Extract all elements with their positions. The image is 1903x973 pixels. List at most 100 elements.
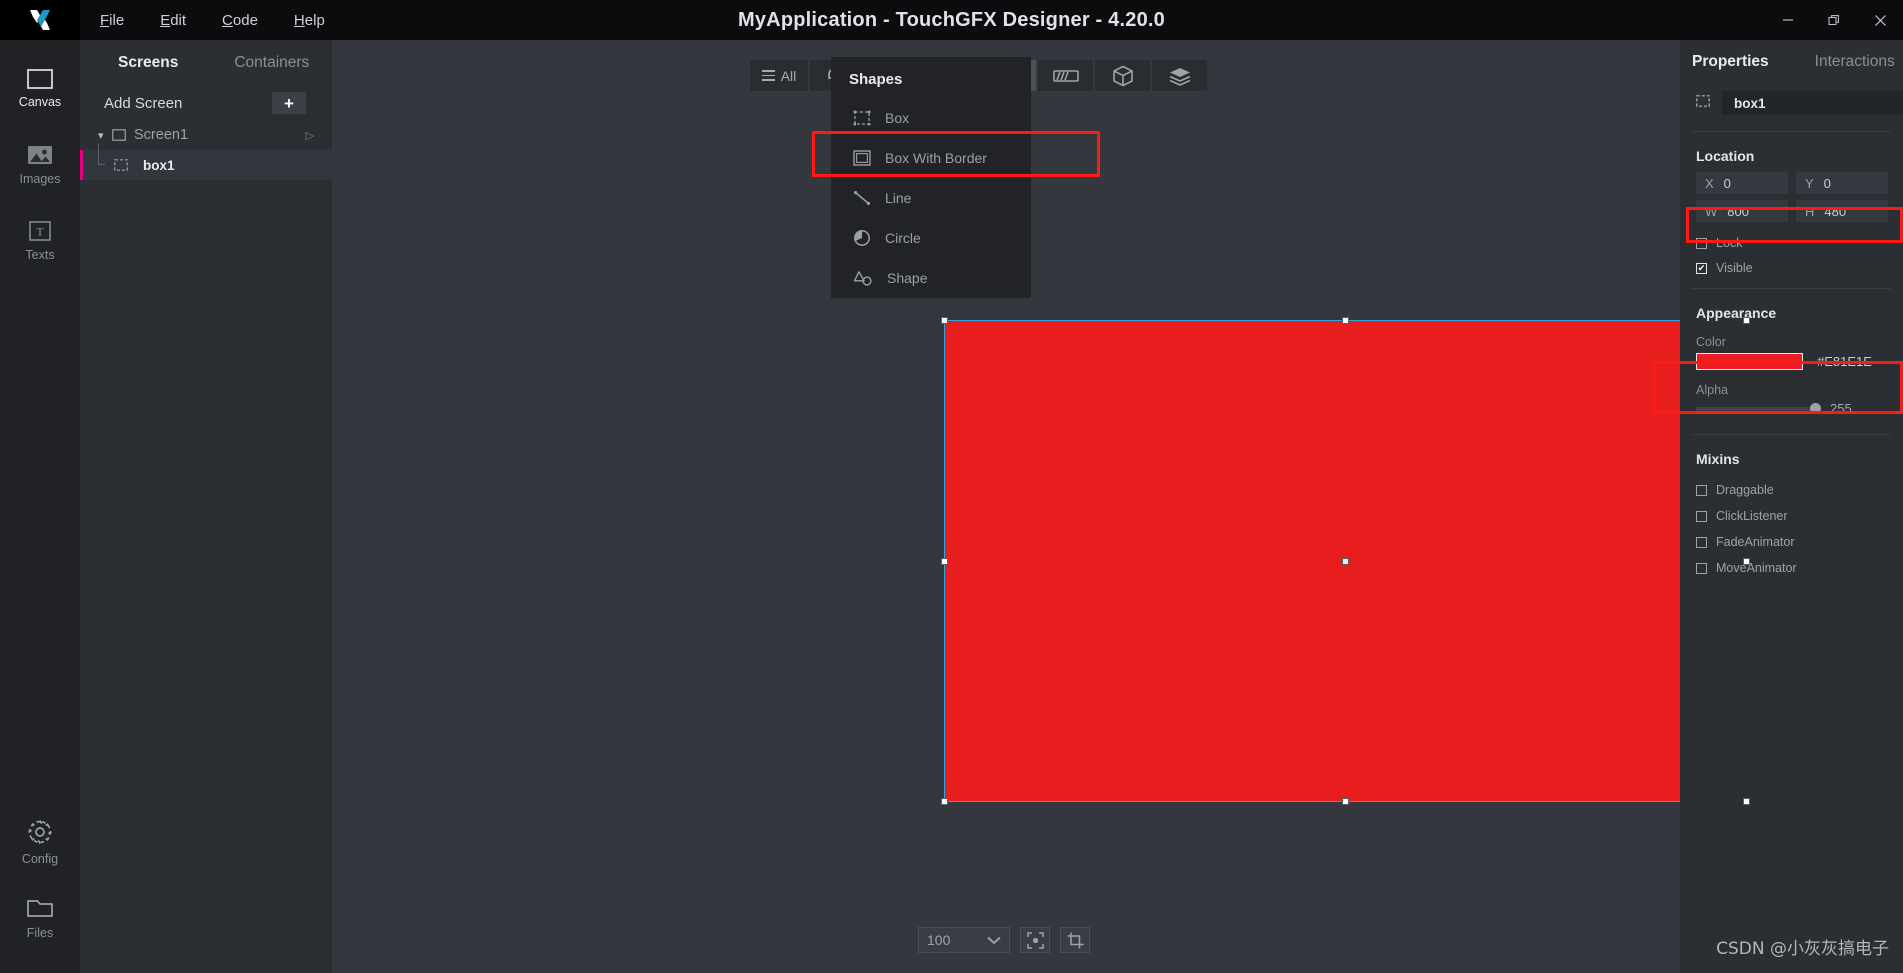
resize-handle-bottom-right[interactable] xyxy=(1743,798,1750,805)
touchgfx-x-logo-icon xyxy=(30,10,50,30)
field-h[interactable]: H 480 xyxy=(1796,200,1888,222)
crop-button[interactable] xyxy=(1060,927,1090,953)
resize-handle-bottom-center[interactable] xyxy=(1342,798,1349,805)
resize-handle-top-center[interactable] xyxy=(1342,317,1349,324)
screens-tabs: Screens Containers xyxy=(80,40,332,80)
rail-item-texts[interactable]: T Texts xyxy=(0,202,80,278)
resize-handle-middle-left[interactable] xyxy=(941,558,948,565)
clicklistener-checkbox[interactable] xyxy=(1696,510,1707,522)
visible-checkbox[interactable] xyxy=(1696,262,1707,274)
images-icon xyxy=(28,145,52,164)
shapes-menu-label-box: Box xyxy=(885,110,910,126)
add-screen-button[interactable]: + xyxy=(272,92,306,114)
menu-help-mnemonic: H xyxy=(293,11,305,29)
touchgfx-designer-window: File Edit Code Help MyApplication - Touc… xyxy=(0,0,1903,973)
texts-icon: T xyxy=(29,220,51,241)
rail-label-images: Images xyxy=(19,171,61,186)
widget-name-input[interactable]: box1 xyxy=(1722,91,1903,115)
menu-bar[interactable]: File Edit Code Help xyxy=(98,8,327,33)
watermark-text: CSDN @小灰灰搞电子 xyxy=(1716,939,1889,959)
field-h-label: H xyxy=(1805,203,1815,219)
mixin-row-moveanimator[interactable]: MoveAnimator xyxy=(1680,557,1903,575)
clicklistener-label: ClickListener xyxy=(1716,509,1788,523)
visible-row[interactable]: Visible xyxy=(1680,257,1903,275)
properties-panel: Properties Interactions box1 Location X … xyxy=(1680,40,1903,973)
shapes-menu-item-box[interactable]: Box xyxy=(831,98,1031,138)
field-y[interactable]: Y 0 xyxy=(1796,172,1888,194)
close-button[interactable] xyxy=(1857,0,1903,40)
resize-handle-middle-right[interactable] xyxy=(1743,558,1750,565)
title-bar: File Edit Code Help MyApplication - Touc… xyxy=(0,0,1903,40)
alpha-value[interactable]: 255 xyxy=(1830,401,1852,416)
menu-code-mnemonic: C xyxy=(222,11,233,29)
zoom-toolbar: 100 xyxy=(918,927,1090,953)
menu-edit-mnemonic: E xyxy=(160,11,171,29)
shapes-menu-item-circle[interactable]: Circle xyxy=(831,218,1031,258)
menu-code-rest: ode xyxy=(232,11,258,29)
field-w-label: W xyxy=(1705,203,1718,219)
tree-item-screen1[interactable]: ▾ Screen1 ▷ xyxy=(80,120,332,150)
menu-edit[interactable]: Edit xyxy=(158,8,188,33)
menu-file[interactable]: File xyxy=(98,8,126,33)
folder-icon xyxy=(27,899,53,917)
mixin-row-clicklistener[interactable]: ClickListener xyxy=(1680,505,1903,523)
gear-icon xyxy=(28,819,52,844)
move-handle-center[interactable] xyxy=(1342,558,1349,565)
toolbar-all-filter[interactable]: All xyxy=(750,60,808,91)
screens-panel: Screens Containers Add Screen + ▾ Screen… xyxy=(80,40,332,973)
menu-help[interactable]: Help xyxy=(292,8,327,33)
section-title-appearance: Appearance xyxy=(1696,305,1777,321)
shapes-dropdown-menu[interactable]: Shapes Box Box With Border Line Circle S… xyxy=(831,57,1031,298)
toolbar-3d-widgets[interactable] xyxy=(1095,60,1150,91)
moveanimator-label: MoveAnimator xyxy=(1716,561,1797,575)
tree-label-screen1: Screen1 xyxy=(134,127,189,143)
minimize-button[interactable] xyxy=(1765,0,1811,40)
resize-handle-bottom-left[interactable] xyxy=(941,798,948,805)
field-w[interactable]: W 800 xyxy=(1696,200,1788,222)
mixin-row-fadeanimator[interactable]: FadeAnimator xyxy=(1680,531,1903,549)
field-x[interactable]: X 0 xyxy=(1696,172,1788,194)
rail-item-config[interactable]: Config xyxy=(0,803,80,879)
color-hex-value[interactable]: #E81E1E xyxy=(1817,354,1872,369)
mixin-row-draggable[interactable]: Draggable xyxy=(1680,479,1903,497)
rail-item-files[interactable]: Files xyxy=(0,879,80,955)
tree-item-box1[interactable]: box1 xyxy=(80,144,332,180)
tab-containers[interactable]: Containers xyxy=(234,54,309,72)
restore-button[interactable] xyxy=(1811,0,1857,40)
chevron-down-icon[interactable]: ▾ xyxy=(98,129,112,142)
toolbar-misc-widgets[interactable] xyxy=(1152,60,1207,91)
shapes-menu-label-circle: Circle xyxy=(885,230,921,246)
tab-properties[interactable]: Properties xyxy=(1692,53,1769,71)
tab-interactions[interactable]: Interactions xyxy=(1815,53,1895,71)
tree-label-box1: box1 xyxy=(143,157,175,173)
resize-handle-top-left[interactable] xyxy=(941,317,948,324)
shapes-menu-item-shape[interactable]: Shape xyxy=(831,258,1031,298)
rail-label-texts: Texts xyxy=(25,247,55,262)
zoom-level-select[interactable]: 100 xyxy=(918,927,1010,953)
add-screen-row: Add Screen + xyxy=(80,86,332,120)
play-icon[interactable]: ▷ xyxy=(306,129,314,142)
shapes-menu-item-line[interactable]: Line xyxy=(831,178,1031,218)
cube-icon xyxy=(1112,65,1133,86)
location-xy-row: X 0 Y 0 xyxy=(1680,172,1903,200)
rail-item-images[interactable]: Images xyxy=(0,126,80,202)
box-icon xyxy=(114,159,128,171)
resize-handle-top-right[interactable] xyxy=(1743,317,1750,324)
shapes-menu-item-box-with-border[interactable]: Box With Border xyxy=(831,138,1031,178)
left-icon-rail: Canvas Images T Texts Config Files xyxy=(0,40,80,973)
tab-screens[interactable]: Screens xyxy=(118,54,178,72)
draggable-checkbox[interactable] xyxy=(1696,484,1707,496)
toolbar-progress-widgets[interactable] xyxy=(1038,60,1093,91)
field-w-value: 800 xyxy=(1727,203,1749,219)
alpha-slider[interactable] xyxy=(1696,402,1821,414)
lock-row[interactable]: Lock xyxy=(1680,232,1903,250)
menu-code[interactable]: Code xyxy=(220,8,260,33)
fadeanimator-checkbox[interactable] xyxy=(1696,536,1707,548)
shapes-menu-label-line: Line xyxy=(885,190,912,206)
lock-checkbox[interactable] xyxy=(1696,237,1707,249)
color-swatch[interactable] xyxy=(1696,353,1803,370)
moveanimator-checkbox[interactable] xyxy=(1696,562,1707,574)
rail-item-canvas[interactable]: Canvas xyxy=(0,50,80,126)
alpha-slider-knob[interactable] xyxy=(1810,402,1821,414)
fit-to-screen-button[interactable] xyxy=(1020,927,1050,953)
